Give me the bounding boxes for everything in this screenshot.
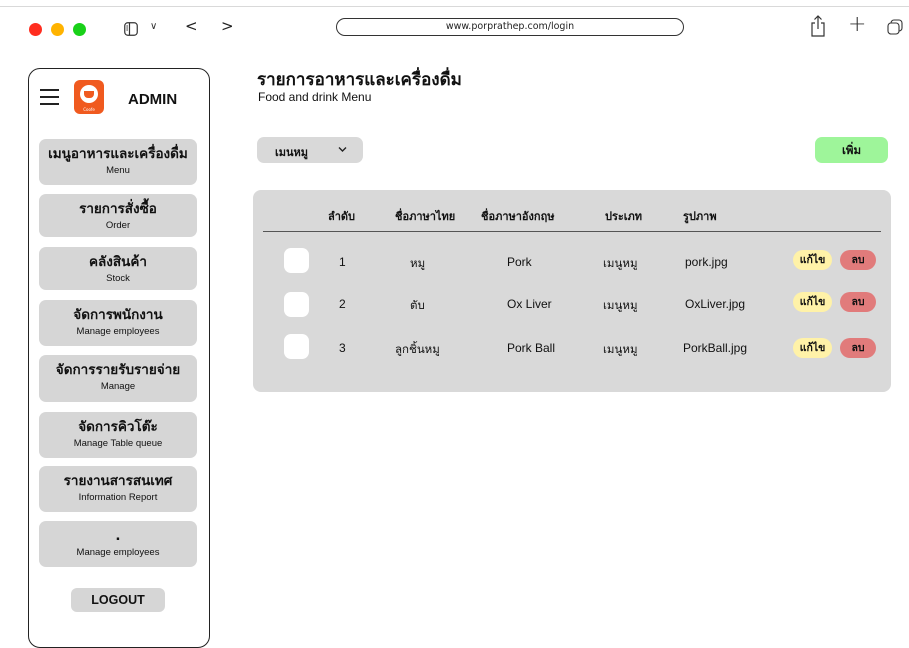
column-header-no: ลำดับ bbox=[328, 210, 356, 223]
sidebar-item-label: จัดการคิวโต๊ะ bbox=[78, 419, 158, 435]
close-window-button[interactable] bbox=[29, 23, 42, 36]
sidebar-toggle-icon[interactable] bbox=[124, 22, 138, 36]
sidebar-item-sublabel: Menu bbox=[106, 165, 130, 176]
sidebar-item-sublabel: Manage employees bbox=[76, 547, 160, 558]
sidebar-item-label: รายงานสารสนเทศ bbox=[63, 473, 173, 489]
back-icon[interactable]: < bbox=[185, 17, 198, 35]
cell-name-en: Pork Ball bbox=[507, 341, 556, 355]
sidebar-item-label: คลังสินค้า bbox=[89, 254, 147, 270]
category-select-value: เมนหมู bbox=[275, 146, 309, 159]
cell-name-th: ตับ bbox=[410, 298, 425, 312]
sidebar-item-finance[interactable]: จัดการรายรับรายจ่าย Manage bbox=[39, 355, 197, 402]
column-header-name-en: ชื่อภาษาอังกฤษ bbox=[481, 210, 555, 223]
logout-button[interactable]: LOGOUT bbox=[71, 588, 165, 612]
new-tab-icon[interactable]: + bbox=[848, 12, 866, 37]
column-header-name-th: ชื่อภาษาไทย bbox=[395, 210, 456, 223]
cell-name-en: Ox Liver bbox=[507, 297, 552, 311]
edit-button[interactable]: แก้ไข bbox=[793, 292, 832, 312]
sidebar-item-employees[interactable]: จัดการพนักงาน Manage employees bbox=[39, 300, 197, 346]
page-subtitle: Food and drink Menu bbox=[258, 90, 372, 104]
add-button[interactable]: เพิ่ม bbox=[815, 137, 888, 163]
sidebar-item-sublabel: Manage bbox=[100, 381, 136, 392]
column-header-type: ประเภท bbox=[605, 210, 643, 223]
edit-button[interactable]: แก้ไข bbox=[793, 338, 832, 358]
brand-logo: Coofe bbox=[74, 80, 104, 114]
chevron-down-icon bbox=[338, 147, 347, 152]
delete-button[interactable]: ลบ bbox=[840, 292, 876, 312]
sidebar-item-table-queue[interactable]: จัดการคิวโต๊ะ Manage Table queue bbox=[39, 412, 197, 458]
sidebar-title: ADMIN bbox=[128, 91, 178, 108]
hamburger-menu-icon[interactable] bbox=[40, 89, 59, 105]
sidebar-item-sublabel: Manage employees bbox=[76, 326, 160, 337]
row-checkbox[interactable] bbox=[284, 292, 309, 317]
share-icon[interactable] bbox=[810, 15, 826, 37]
sidebar-item-menu[interactable]: เมนูอาหารและเครื่องดื่ม Menu bbox=[39, 139, 197, 185]
cell-name-th: ลูกชิ้นหมู bbox=[395, 342, 440, 356]
cell-no: 1 bbox=[339, 255, 346, 269]
cell-name-th: หมู bbox=[410, 256, 426, 270]
window-top-border bbox=[0, 6, 909, 7]
sidebar-item-report[interactable]: รายงานสารสนเทศ Information Report bbox=[39, 466, 197, 512]
delete-button[interactable]: ลบ bbox=[840, 250, 876, 270]
cell-image: PorkBall.jpg bbox=[683, 341, 748, 355]
sidebar-item-label: รายการสั่งซื้อ bbox=[79, 201, 157, 217]
edit-button[interactable]: แก้ไข bbox=[793, 250, 832, 270]
tabs-overview-icon[interactable] bbox=[887, 19, 903, 35]
cell-type: เมนูหมู bbox=[603, 342, 638, 356]
menu-table: ลำดับ ชื่อภาษาไทย ชื่อภาษาอังกฤษ ประเภท … bbox=[253, 190, 891, 392]
category-select[interactable]: เมนหมู bbox=[257, 137, 363, 163]
sidebar-item-manage-employees-2[interactable]: . Manage employees bbox=[39, 521, 197, 567]
sidebar-item-sublabel: Order bbox=[105, 220, 131, 231]
cell-image: pork.jpg bbox=[685, 255, 728, 269]
cell-type: เมนูหมู bbox=[603, 256, 638, 270]
cell-type: เมนูหมู bbox=[603, 298, 638, 312]
sidebar-item-order[interactable]: รายการสั่งซื้อ Order bbox=[39, 194, 197, 237]
sidebar-item-sublabel: Information Report bbox=[78, 492, 158, 503]
chevron-down-icon[interactable]: ∨ bbox=[150, 21, 157, 32]
sidebar-item-label: จัดการรายรับรายจ่าย bbox=[55, 362, 181, 378]
cell-image: OxLiver.jpg bbox=[685, 297, 746, 311]
minimize-window-button[interactable] bbox=[51, 23, 64, 36]
sidebar: Coofe ADMIN เมนูอาหารและเครื่องดื่ม Menu… bbox=[28, 68, 210, 648]
page-title: รายการอาหารและเครื่องดื่ม bbox=[257, 70, 462, 90]
sidebar-item-stock[interactable]: คลังสินค้า Stock bbox=[39, 247, 197, 290]
row-checkbox[interactable] bbox=[284, 334, 309, 359]
url-bar[interactable]: www.porprathep.com/login bbox=[336, 18, 684, 36]
sidebar-item-label: . bbox=[115, 528, 121, 544]
header-divider bbox=[263, 231, 881, 232]
column-header-image: รูปภาพ bbox=[683, 210, 717, 223]
cell-name-en: Pork bbox=[507, 255, 532, 269]
sidebar-item-sublabel: Manage Table queue bbox=[73, 438, 163, 449]
sidebar-item-sublabel: Stock bbox=[106, 273, 130, 284]
sidebar-item-label: เมนูอาหารและเครื่องดื่ม bbox=[48, 146, 188, 162]
row-checkbox[interactable] bbox=[284, 248, 309, 273]
cell-no: 3 bbox=[339, 341, 346, 355]
maximize-window-button[interactable] bbox=[73, 23, 86, 36]
sidebar-item-label: จัดการพนักงาน bbox=[73, 307, 163, 323]
cell-no: 2 bbox=[339, 297, 346, 311]
delete-button[interactable]: ลบ bbox=[840, 338, 876, 358]
forward-icon[interactable]: > bbox=[221, 17, 234, 35]
